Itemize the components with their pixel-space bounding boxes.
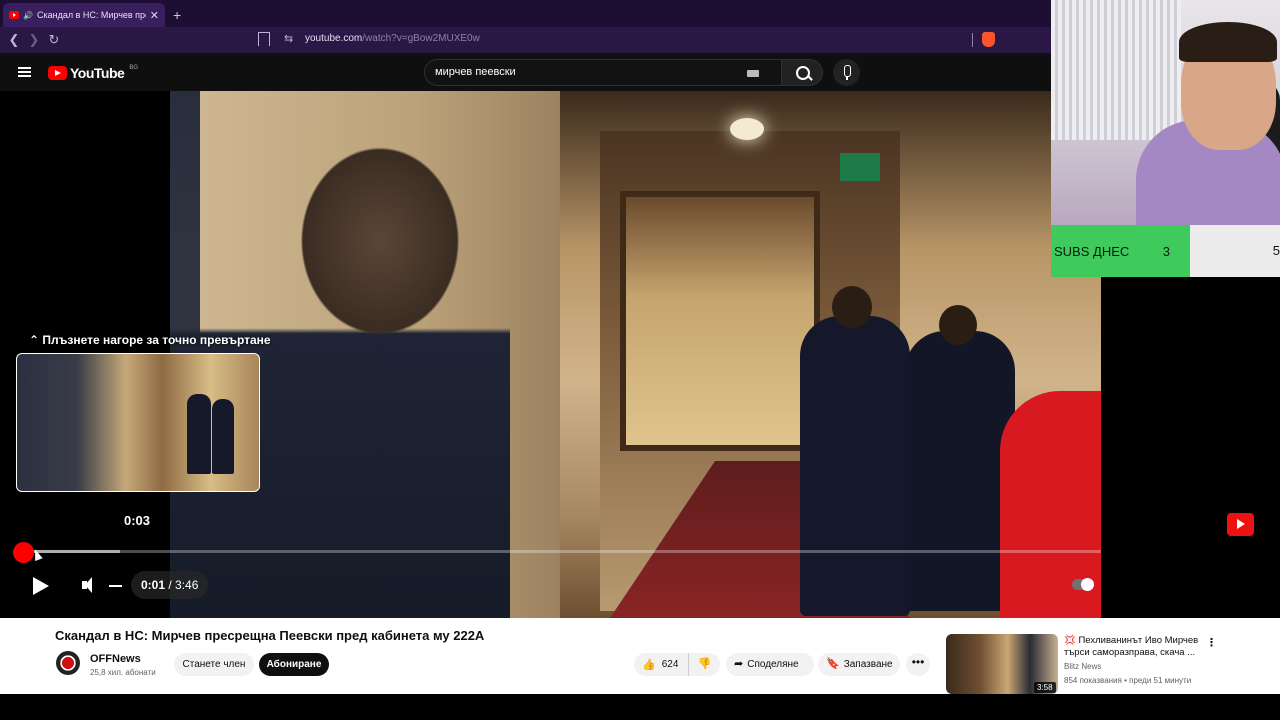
duration: 3:46 [175,578,199,592]
site-info-icon[interactable]: ⇆ [284,32,293,45]
youtube-wordmark: YouTube [70,65,125,81]
subs-count: 3 [1162,243,1170,259]
autoplay-toggle[interactable] [1072,578,1094,591]
webcam-streamer-hair [1179,22,1277,62]
taskbar-strip [0,694,1280,720]
time-separator: / [165,578,176,592]
keyboard-icon[interactable] [747,70,759,77]
like-count: 624 [661,659,679,670]
bookmark-icon[interactable] [258,32,270,46]
subs-label: SUBS ДНЕС [1054,243,1130,259]
screen: 🔊 Скандал в НС: Мирчев пресре ✕ + ❮ ❯ ↻ … [0,0,1280,720]
webcam-feed [1051,0,1280,225]
tab-close-icon[interactable]: ✕ [150,9,159,22]
thumbs-down-icon: 👎 [697,658,712,670]
video-scene-doorway [620,191,820,451]
channel-name[interactable]: OFFNews [90,653,141,665]
reload-button[interactable]: ↻ [44,32,64,48]
subscribe-watermark-icon[interactable] [1227,513,1254,536]
url-field[interactable]: youtube.com/watch?v=gBow2MUXE0w [305,33,480,44]
browser-tab-active[interactable]: 🔊 Скандал в НС: Мирчев пресре ✕ [3,3,165,27]
search-box [424,59,782,86]
subs-progress: SUBS ДНЕС 3 [1051,225,1190,277]
video-scene-lamp [730,118,764,140]
recommended-title: 💢 Пехливанинът Иво Мирчев търси саморазп… [1064,635,1199,658]
search-button[interactable] [781,59,823,86]
current-time: 0:01 [141,578,166,592]
youtube-play-logo-icon [48,66,67,80]
video-scene-person-walking [905,305,1015,611]
subs-goal-bar: SUBS ДНЕС 3 5 [1051,225,1280,277]
youtube-favicon-icon [9,11,19,19]
seek-preview-thumbnail [16,353,260,492]
url-path: /watch?v=gBow2MUXE0w [362,33,480,44]
search-input[interactable] [435,66,735,78]
overlay-background [1101,277,1280,618]
time-display: 0:01 / 3:46 [131,571,209,599]
share-label: Споделяне [747,659,799,670]
share-icon: ➦ [734,658,744,670]
channel-avatar[interactable] [56,651,80,675]
seek-hint: ⌃ Плъзнете нагоре за точно превъртане [29,333,271,347]
scrubber-handle[interactable] [13,542,34,563]
volume-slider[interactable] [109,585,122,587]
new-tab-button[interactable]: + [173,3,181,27]
back-button[interactable]: ❮ [4,32,24,48]
region-code: BG [129,65,138,71]
play-button[interactable] [33,577,49,595]
recommended-duration: 3:58 [1034,682,1056,693]
audio-playing-icon[interactable]: 🔊 [23,11,33,20]
voice-search-icon[interactable] [833,59,860,86]
recommended-meta: 854 показвания • преди 51 минути [1064,676,1192,685]
join-button[interactable]: Станете член [174,653,254,676]
recommended-menu-icon[interactable]: ⋮ [1206,636,1217,649]
progress-bar[interactable] [24,550,1101,553]
save-label: Запазване [843,659,893,670]
video-scene-person-walking [800,286,910,616]
thumbs-up-icon: 👍 [642,659,656,671]
bookmark-save-icon: 🔖 [826,658,840,670]
like-dislike-group: 👍 624 👎 [634,653,720,676]
youtube-logo[interactable]: YouTube BG [48,65,138,81]
forward-button[interactable]: ❯ [24,32,44,48]
video-player[interactable]: ⌃ Плъзнете нагоре за точно превъртане 0:… [0,91,1101,618]
subscribe-button[interactable]: Абониране [259,653,329,676]
address-divider [972,33,973,47]
subscriber-count: 25,8 хил. абонати [90,668,156,677]
tab-title: Скандал в НС: Мирчев пресре [36,10,146,20]
share-button[interactable]: ➦ Споделяне [726,653,814,676]
recommended-channel: Blitz News [1064,662,1102,671]
browser-tabbar: 🔊 Скандал в НС: Мирчев пресре ✕ + [0,0,1052,27]
seek-preview-time: 0:03 [124,513,151,528]
browser-addressbar: ❮ ❯ ↻ ⇆ youtube.com/watch?v=gBow2MUXE0w [0,27,1052,53]
guide-menu-icon[interactable] [18,67,31,77]
webcam-curtain [1051,0,1181,140]
url-host: youtube.com [305,33,363,44]
dislike-button[interactable]: 👎 [689,653,720,676]
save-button[interactable]: 🔖 Запазване [818,653,900,676]
volume-icon[interactable] [82,577,98,593]
video-scene-sign [840,153,880,181]
subs-goal: 5 [1190,225,1280,277]
video-title: Скандал в НС: Мирчев пресрещна Пеевски п… [55,628,485,643]
like-button[interactable]: 👍 624 [634,653,689,676]
brave-shield-icon[interactable] [982,32,995,47]
more-actions-button[interactable]: ••• [906,653,930,676]
youtube-masthead: YouTube BG [0,53,1052,91]
